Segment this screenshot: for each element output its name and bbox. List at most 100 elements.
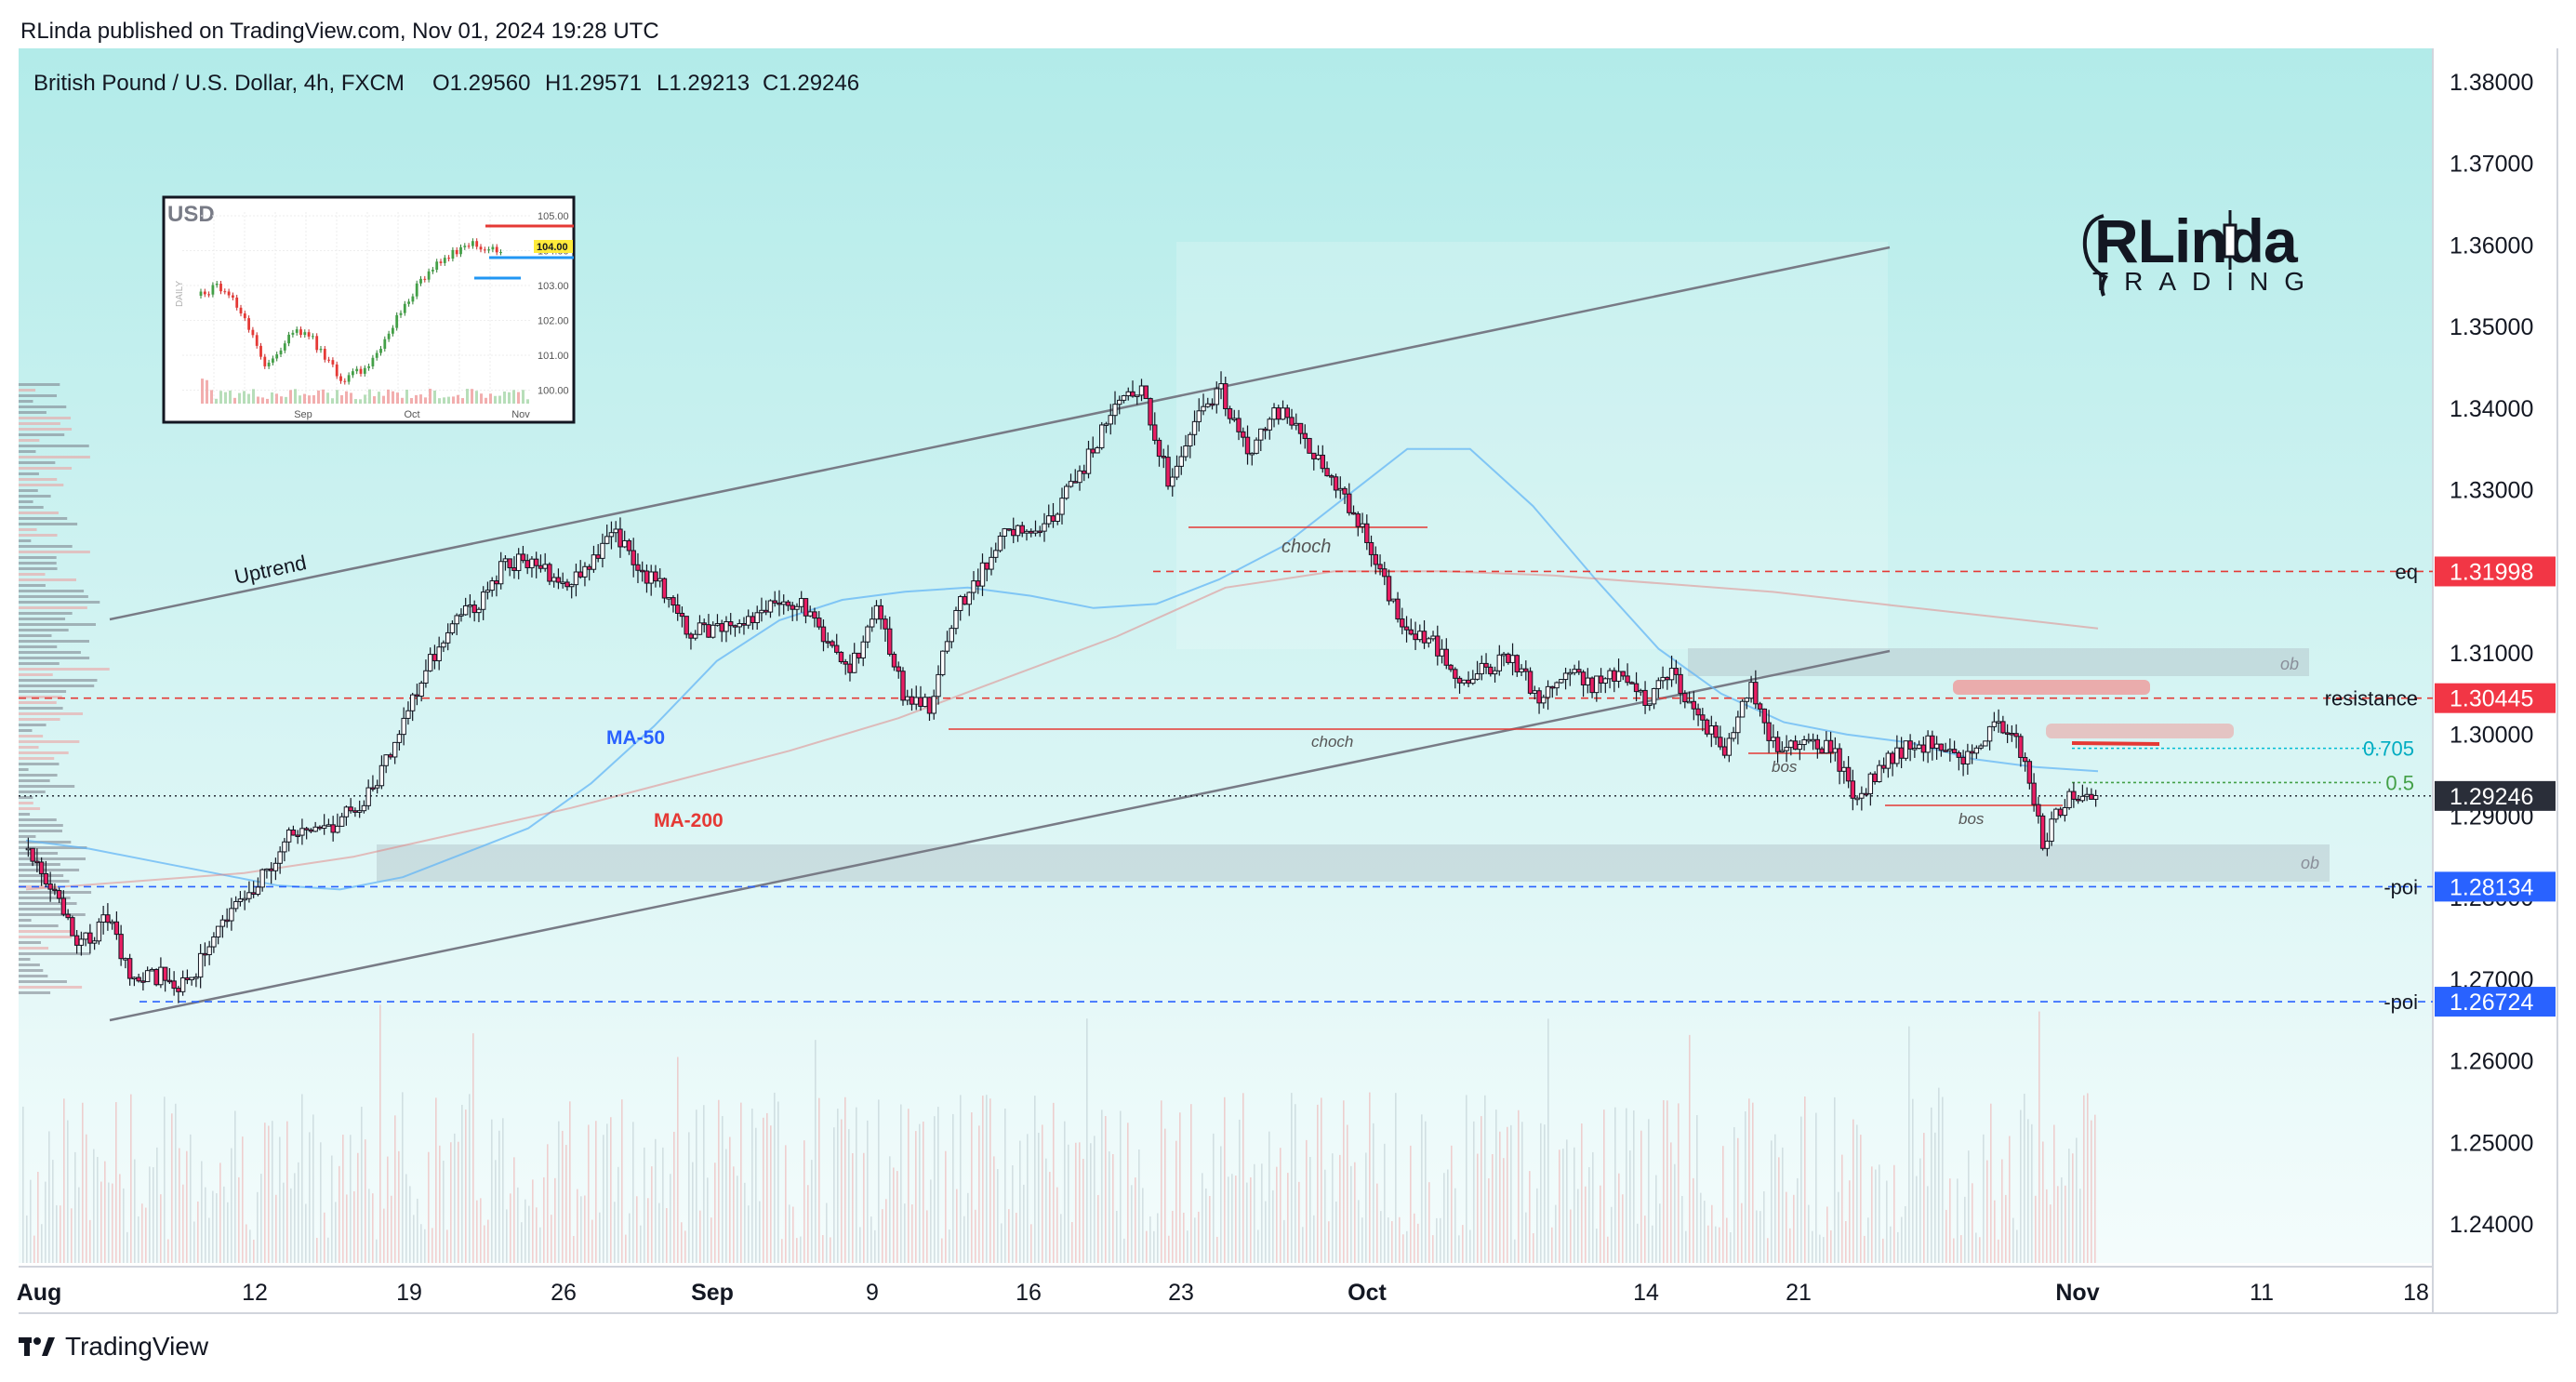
volume-bar — [848, 1129, 850, 1263]
highlight-zone — [1176, 242, 1888, 649]
volume-bar — [1838, 1191, 1839, 1263]
volume-profile-bar — [19, 785, 75, 788]
volume-bar — [517, 1187, 519, 1263]
volume-bar — [1696, 1115, 1698, 1263]
volume-bar — [896, 1171, 898, 1263]
volume-bar — [807, 1185, 809, 1263]
volume-bar — [532, 1179, 534, 1263]
volume-profile-bar — [19, 707, 63, 710]
volume-bar — [30, 1179, 32, 1263]
volume-profile-bar — [19, 963, 40, 966]
volume-profile-bar — [19, 562, 57, 565]
volume-bar — [684, 1230, 686, 1263]
choch-label-upper: choch — [1281, 537, 1331, 557]
poi-price-tag-2: 1.26724 — [2435, 987, 2556, 1017]
volume-bar — [409, 1186, 411, 1263]
chart[interactable]: Uptrend eqresistance-poi-poi0.7050.5 cho… — [0, 0, 2576, 1382]
volume-bar — [662, 1147, 664, 1263]
volume-bar — [272, 1121, 273, 1263]
inset-y-tick: 101.00 — [538, 351, 569, 362]
volume-profile-bar — [19, 908, 61, 910]
volume-bar — [108, 1182, 110, 1263]
inset-x-tick: Sep — [294, 409, 312, 420]
inset-frame — [162, 195, 576, 424]
volume-bar — [658, 1203, 660, 1263]
volume-profile-bar — [19, 768, 29, 771]
volume-bar — [60, 1205, 61, 1263]
volume-bar — [283, 1182, 285, 1263]
volume-profile-bar — [19, 718, 60, 721]
volume-bar — [1879, 1164, 1880, 1263]
volume-bar — [1395, 1093, 1397, 1263]
volume-profile-bar — [19, 712, 84, 715]
volume-bar — [1272, 1189, 1274, 1263]
volume-profile-bar — [19, 567, 58, 570]
volume-bar — [1075, 1142, 1077, 1263]
volume-bar — [1209, 1196, 1211, 1263]
volume-bar — [167, 1239, 169, 1263]
volume-bar — [1328, 1221, 1330, 1263]
volume-profile-bar — [19, 657, 90, 659]
candle — [547, 562, 552, 586]
volume-bar — [1064, 1121, 1066, 1263]
volume-bar — [577, 1189, 578, 1263]
volume-bar — [346, 1194, 348, 1263]
volume-bar — [971, 1112, 973, 1263]
volume-bar — [1183, 1212, 1185, 1263]
poi-label-2: -poi — [2383, 990, 2418, 1014]
volume-bar — [1745, 1111, 1746, 1263]
candle — [70, 915, 75, 937]
volume-bar — [1068, 1144, 1069, 1263]
volume-bar — [1086, 1018, 1088, 1263]
volume-bar — [2012, 1217, 2014, 1263]
volume-profile-bar — [19, 523, 78, 525]
volume-bar — [465, 1110, 467, 1263]
volume-bar — [1607, 1236, 1609, 1263]
volume-bar — [2020, 1110, 2022, 1263]
volume-bar — [1231, 1174, 1233, 1263]
volume-bar — [56, 1204, 58, 1263]
volume-profile-bar — [19, 651, 81, 654]
volume-bar — [138, 1216, 139, 1263]
volume-bar — [673, 1131, 675, 1263]
volume-bar — [1112, 1153, 1114, 1263]
volume-bar — [1268, 1131, 1270, 1263]
candle — [940, 650, 946, 677]
volume-bar — [1213, 1133, 1215, 1263]
volume-bar — [1536, 1188, 1538, 1263]
volume-bar — [219, 1163, 221, 1263]
volume-bar — [424, 1229, 426, 1263]
volume-bar — [960, 1095, 962, 1263]
volume-bar — [1771, 1140, 1773, 1263]
volume-bar — [435, 1097, 437, 1263]
y-tick-label: 1.33000 — [2450, 478, 2533, 504]
volume-profile-bar — [19, 830, 62, 832]
volume-bar — [1674, 1163, 1676, 1263]
volume-bar — [1964, 1196, 1966, 1263]
projection-line — [2071, 741, 2160, 746]
volume-bar — [1800, 1116, 1802, 1263]
volume-bar — [655, 1138, 657, 1263]
volume-bar — [2016, 1229, 2018, 1263]
volume-bar — [1637, 1223, 1639, 1263]
volume-bar — [1897, 1231, 1899, 1263]
volume-bar — [1402, 1234, 1404, 1263]
volume-bar — [260, 1174, 262, 1263]
eq-price-tag: 1.31998 — [2435, 556, 2556, 587]
volume-bar — [1198, 1211, 1200, 1263]
usd-inset: USD DAILY 105.00 104.00 103.00 102.00 101.00… — [162, 195, 576, 424]
volume-bar — [1655, 1175, 1657, 1263]
volume-bar — [487, 1219, 489, 1263]
volume-profile-bar — [19, 439, 40, 442]
volume-bar — [603, 1135, 604, 1263]
volume-bar — [1365, 1152, 1367, 1263]
volume-bar — [2038, 1011, 2040, 1263]
volume-bar — [1957, 1178, 1959, 1263]
volume-bar — [882, 1209, 883, 1263]
volume-profile-bar — [19, 679, 98, 682]
volume-bar — [1983, 1134, 1985, 1263]
inset-title: USD — [167, 202, 215, 227]
volume-bar — [908, 1109, 910, 1263]
volume-bar — [1733, 1126, 1735, 1263]
volume-bar — [1332, 1153, 1334, 1263]
